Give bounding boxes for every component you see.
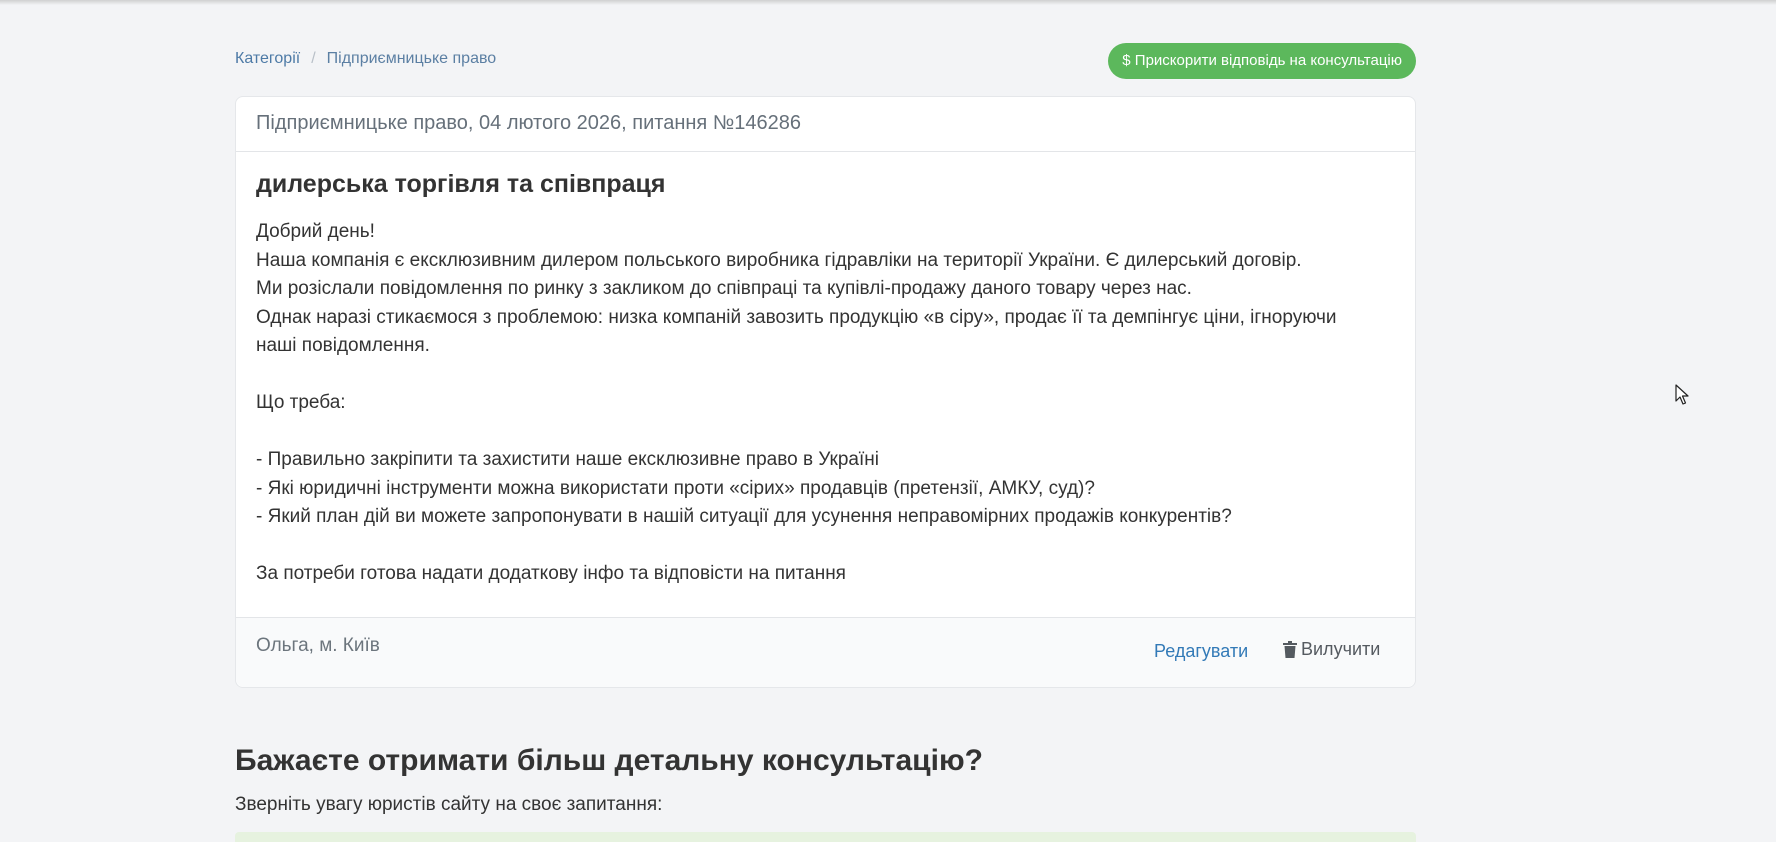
question-line: Що треба:	[256, 392, 346, 413]
question-line: Однак наразі стикаємося з проблемою: низ…	[256, 306, 1337, 328]
question-title: дилерська торгівля та співпраця	[256, 170, 666, 198]
edit-link[interactable]: Редагувати	[1154, 641, 1248, 662]
question-card: Підприємницьке право, 04 лютого 2026, пи…	[235, 96, 1416, 688]
question-line: Добрий день!	[256, 221, 375, 242]
consultation-title: Бажаєте отримати більш детальну консульт…	[235, 744, 983, 777]
breadcrumb: Категорії / Підприємницьке право	[235, 50, 496, 68]
question-line: Ми розіслали повідомлення по ринку з зак…	[256, 278, 1192, 299]
author-info: Ольга, м. Київ	[256, 635, 380, 656]
question-line: наші повідомлення.	[256, 335, 430, 356]
top-line: Категорії / Підприємницьке право $ Приск…	[235, 0, 1416, 96]
breadcrumb-categories[interactable]: Категорії	[235, 50, 300, 68]
trash-icon	[1283, 641, 1297, 658]
question-footer: Ольга, м. Київ Редагувати Вилучити	[236, 617, 1415, 687]
main-container: Категорії / Підприємницьке право $ Приск…	[235, 0, 1416, 842]
consultation-panel	[235, 832, 1416, 842]
question-header: Підприємницьке право, 04 лютого 2026, пи…	[236, 97, 1415, 152]
question-line	[256, 361, 1395, 390]
question-text: Добрий день! Наша компанія є ексклюзивни…	[256, 218, 1395, 589]
delete-label: Вилучити	[1301, 639, 1381, 659]
question-line: - Які юридичні інструменти можна викорис…	[256, 477, 1095, 499]
mouse-cursor-icon	[1675, 384, 1689, 405]
question-line: Наша компанія є ексклюзивним дилером пол…	[256, 249, 1302, 271]
question-line: - Правильно закріпити та захистити наше …	[256, 449, 879, 470]
question-line	[256, 418, 1395, 447]
consultation-subtitle: Зверніть увагу юристів сайту на своє зап…	[235, 794, 663, 815]
question-line: - Який план дій ви можете запропонувати …	[256, 506, 1232, 527]
question-body: дилерська торгівля та співпраця Добрий д…	[236, 152, 1415, 617]
speed-up-button[interactable]: $ Прискорити відповідь на консультацію	[1108, 43, 1416, 79]
delete-button[interactable]: Вилучити	[1283, 639, 1380, 660]
breadcrumb-current[interactable]: Підприємницьке право	[327, 50, 497, 68]
question-line: За потреби готова надати додаткову інфо …	[256, 563, 846, 584]
question-line	[256, 532, 1395, 561]
breadcrumb-separator: /	[311, 50, 316, 67]
